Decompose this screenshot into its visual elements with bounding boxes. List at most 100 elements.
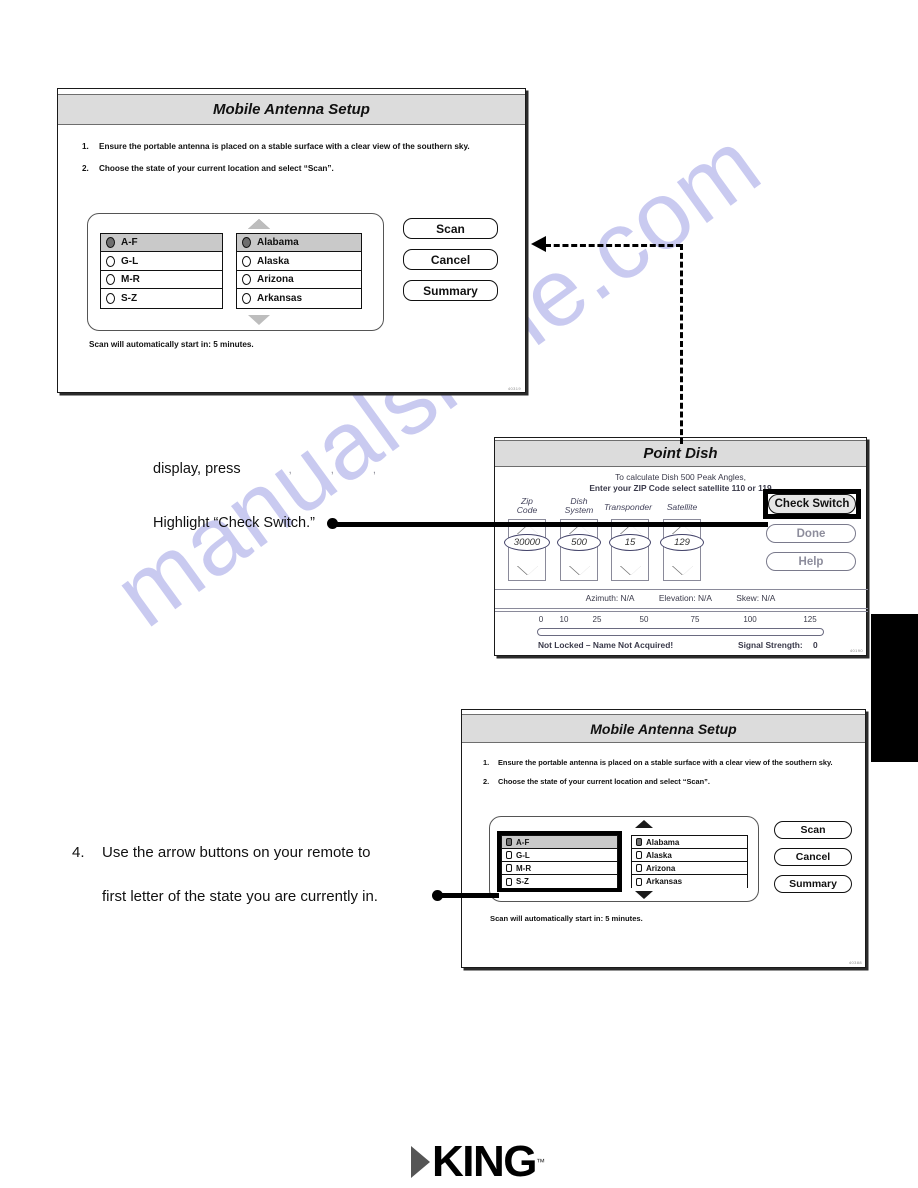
- radio-icon[interactable]: [242, 273, 251, 285]
- brand-logo: KING ™: [411, 1140, 545, 1184]
- radio-icon[interactable]: [636, 864, 642, 872]
- azimuth-value: N/A: [620, 593, 635, 603]
- instruction-item: 1. Ensure the portable antenna is placed…: [483, 757, 855, 768]
- list-item[interactable]: Arkansas: [237, 289, 361, 308]
- summary-button-label: Summary: [789, 878, 837, 890]
- state-selection-group: A-F G-L M-R S-Z Alabama Alaska Arizona A…: [87, 213, 384, 331]
- radio-icon[interactable]: [242, 292, 251, 304]
- instruction-text: Choose the state of your current locatio…: [498, 777, 710, 787]
- figure-id-code: 40190: [849, 648, 863, 653]
- screen-mobile-antenna-setup-top: Mobile Antenna Setup 1. Ensure the porta…: [57, 88, 526, 393]
- skew-value: N/A: [761, 593, 776, 603]
- list-item-label: Arkansas: [257, 292, 303, 304]
- radio-icon[interactable]: [106, 237, 115, 249]
- radio-icon[interactable]: [506, 864, 512, 872]
- list-item-label: Arizona: [257, 273, 294, 285]
- spinner-value-satellite[interactable]: 129: [660, 534, 704, 551]
- panel-title-bar: Mobile Antenna Setup: [462, 715, 865, 743]
- letter-group-list[interactable]: A-F G-L M-R S-Z: [501, 835, 618, 888]
- leader-line-check-switch: [334, 521, 768, 527]
- divider: [495, 608, 868, 609]
- spinner-down-arrow-icon[interactable]: [621, 566, 641, 575]
- panel-content: To calculate Dish 500 Peak Angles, Enter…: [495, 467, 868, 654]
- check-switch-button[interactable]: Check Switch: [768, 494, 856, 514]
- radio-icon[interactable]: [506, 838, 512, 846]
- cancel-button[interactable]: Cancel: [774, 848, 852, 866]
- logo-trademark-symbol: ™: [536, 1157, 545, 1167]
- panel-content: 1. Ensure the portable antenna is placed…: [462, 743, 865, 966]
- radio-icon[interactable]: [506, 851, 512, 859]
- spinner-down-arrow-icon[interactable]: [518, 566, 538, 575]
- azimuth-label: Azimuth:: [585, 593, 619, 603]
- divider: [495, 611, 868, 612]
- spinner-value-dish-system[interactable]: 500: [557, 534, 601, 551]
- list-item[interactable]: Alaska: [632, 849, 747, 862]
- list-item[interactable]: A-F: [502, 836, 617, 849]
- logo-wordmark: KING: [432, 1137, 538, 1186]
- list-item[interactable]: M-R: [101, 270, 222, 290]
- skew-label: Skew:: [736, 593, 760, 603]
- spinner-label-zip-code: Zip Code: [504, 496, 550, 516]
- radio-icon[interactable]: [106, 273, 115, 285]
- instruction-item: 2. Choose the state of your current loca…: [483, 776, 855, 787]
- state-list[interactable]: Alabama Alaska Arizona Arkansas: [631, 835, 748, 888]
- radio-icon[interactable]: [636, 877, 642, 886]
- summary-button[interactable]: Summary: [774, 875, 852, 893]
- state-selection-group: A-F G-L M-R S-Z Alabama Alaska Arizona A…: [489, 816, 759, 902]
- list-item-label: G-L: [516, 850, 530, 860]
- radio-icon[interactable]: [636, 838, 642, 846]
- list-item[interactable]: Alaska: [237, 252, 361, 271]
- letter-group-list[interactable]: A-F G-L M-R S-Z: [100, 233, 223, 309]
- connector-arrowhead-icon: [531, 236, 546, 252]
- done-button[interactable]: Done: [766, 524, 856, 543]
- instruction-text: Ensure the portable antenna is placed on…: [498, 758, 833, 767]
- radio-icon[interactable]: [242, 237, 251, 249]
- list-item[interactable]: G-L: [101, 252, 222, 271]
- scroll-down-arrow-icon[interactable]: [635, 891, 653, 899]
- list-item[interactable]: Arkansas: [632, 875, 747, 888]
- spinner-value-zip-code[interactable]: 30000: [504, 534, 550, 551]
- list-item-label: Alaska: [257, 255, 290, 267]
- leader-dot: [432, 890, 443, 901]
- list-item[interactable]: S-Z: [101, 289, 222, 308]
- radio-icon[interactable]: [106, 292, 115, 304]
- scale-tick: 10: [559, 615, 569, 624]
- state-list[interactable]: Alabama Alaska Arizona Arkansas: [236, 233, 362, 309]
- list-item[interactable]: A-F: [101, 234, 222, 253]
- list-item[interactable]: Arizona: [237, 270, 361, 290]
- cancel-button[interactable]: Cancel: [403, 249, 498, 270]
- elevation-value: N/A: [697, 593, 712, 603]
- scale-tick: 0: [538, 615, 544, 624]
- signal-scale-ticks: 0 10 25 50 75 100 125: [495, 615, 868, 627]
- scan-button[interactable]: Scan: [774, 821, 852, 839]
- scroll-up-arrow-outline: [248, 219, 270, 229]
- spinner-down-arrow-icon[interactable]: [570, 566, 590, 575]
- spinner-value-transponder[interactable]: 15: [609, 534, 651, 551]
- panel-title-bar: Mobile Antenna Setup: [58, 95, 525, 125]
- scale-tick: 25: [592, 615, 602, 624]
- annotation-text: display, press: [153, 461, 241, 477]
- scale-tick: 100: [743, 615, 757, 624]
- instruction-item: 2. Choose the state of your current loca…: [82, 163, 502, 176]
- radio-icon[interactable]: [636, 851, 642, 859]
- spinner-down-arrow-icon[interactable]: [673, 566, 693, 575]
- radio-icon[interactable]: [242, 255, 251, 267]
- list-item[interactable]: Arizona: [632, 862, 747, 875]
- radio-icon[interactable]: [106, 255, 115, 267]
- spinner-label-line2: Code: [516, 505, 538, 516]
- help-button[interactable]: Help: [766, 552, 856, 571]
- list-item[interactable]: S-Z: [502, 875, 617, 888]
- figure-id-code: 40388: [848, 960, 862, 965]
- list-item[interactable]: Alabama: [632, 836, 747, 849]
- list-item[interactable]: G-L: [502, 849, 617, 862]
- list-item[interactable]: M-R: [502, 862, 617, 875]
- instruction-number: 2.: [82, 163, 89, 173]
- point-dish-subtitle-line1: To calculate Dish 500 Peak Angles,: [615, 472, 746, 482]
- scroll-up-arrow-icon[interactable]: [635, 820, 653, 828]
- summary-button[interactable]: Summary: [403, 280, 498, 301]
- list-item[interactable]: Alabama: [237, 234, 361, 253]
- scan-button[interactable]: Scan: [403, 218, 498, 239]
- radio-icon[interactable]: [506, 877, 512, 886]
- scroll-down-arrow-icon[interactable]: [248, 315, 270, 325]
- leader-line-letter-group: [439, 893, 499, 898]
